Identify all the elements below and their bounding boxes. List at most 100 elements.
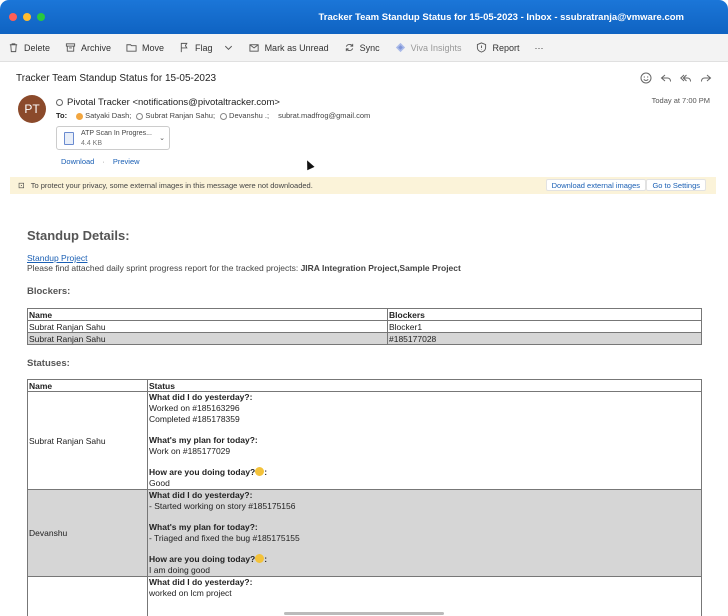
attachment-card[interactable]: ATP Scan In Progres... 4.4 KB ⌄ — [56, 126, 170, 150]
shield-icon — [477, 42, 487, 53]
email-subject: Tracker Team Standup Status for 15-05-20… — [16, 73, 217, 84]
smiley-icon — [255, 554, 265, 563]
report-description: Please find attached daily sprint progre… — [27, 263, 461, 273]
report-label: Report — [492, 42, 520, 53]
flag-label: Flag — [195, 42, 213, 53]
archive-label: Archive — [81, 42, 112, 53]
report-button[interactable]: Report — [476, 42, 520, 53]
window-titlebar: Tracker Team Standup Status for 15-05-20… — [0, 0, 728, 34]
preview-link[interactable]: Preview — [113, 157, 140, 166]
table-cell — [27, 576, 148, 616]
recipient[interactable]: subrat.madfrog@gmail.com — [278, 111, 370, 120]
chevron-down-icon[interactable] — [223, 42, 234, 53]
envelope-edit-icon — [249, 44, 259, 52]
archive-icon — [65, 43, 76, 52]
to-label: To: — [56, 111, 68, 120]
unread-circle-icon[interactable] — [56, 99, 63, 106]
table-cell: #185177028 — [387, 332, 702, 345]
attachment-size: 4.4 KB — [81, 140, 103, 147]
table-row: Subrat Ranjan Sahu What did I do yesterd… — [27, 391, 702, 490]
window-controls — [9, 13, 45, 21]
status-cell: What did I do yesterday?: worked on lcm … — [147, 576, 702, 616]
statuses-table: Name Status Subrat Ranjan Sahu What did … — [27, 379, 702, 616]
move-label: Move — [142, 42, 165, 53]
privacy-banner: ⊡ To protect your privacy, some external… — [10, 177, 716, 194]
emoji-react-icon[interactable] — [640, 72, 652, 84]
sender-name[interactable]: Pivotal Tracker <notifications@pivotaltr… — [67, 97, 280, 108]
reply-all-icon[interactable] — [680, 72, 692, 84]
viva-insights-button[interactable]: Viva Insights — [395, 42, 462, 53]
horizontal-scrollbar[interactable] — [284, 612, 444, 615]
close-window-button[interactable] — [9, 13, 17, 21]
smiley-icon — [255, 467, 265, 476]
column-header: Blockers — [387, 308, 702, 321]
tracked-projects: JIRA Integration Project,Sample Project — [300, 263, 461, 273]
delete-label: Delete — [24, 42, 51, 53]
download-external-images-button[interactable]: Download external images — [545, 179, 646, 191]
presence-icon — [136, 112, 144, 120]
flag-button[interactable]: Flag — [179, 42, 234, 53]
forward-icon[interactable] — [700, 72, 712, 84]
sync-button[interactable]: Sync — [344, 42, 380, 53]
status-cell: What did I do yesterday?: - Started work… — [147, 489, 702, 577]
reply-icon[interactable] — [660, 72, 672, 84]
chevron-down-icon[interactable]: ⌄ — [159, 134, 165, 142]
statuses-heading: Statuses: — [27, 358, 70, 369]
viva-insights-label: Viva Insights — [410, 42, 462, 53]
mouse-cursor-icon — [303, 158, 315, 171]
more-actions-button[interactable]: ··· — [535, 43, 544, 53]
sync-icon — [345, 43, 353, 52]
trash-icon — [9, 43, 18, 53]
reply-actions — [640, 72, 712, 84]
table-cell: Blocker1 — [387, 320, 702, 333]
table-row: Devanshu What did I do yesterday?: - Sta… — [27, 489, 702, 577]
table-cell: Devanshu — [27, 489, 148, 577]
privacy-banner-text: To protect your privacy, some external i… — [30, 181, 313, 190]
table-cell: Subrat Ranjan Sahu — [27, 320, 388, 333]
folder-move-icon — [126, 44, 137, 52]
table-cell: Subrat Ranjan Sahu — [27, 391, 148, 490]
email-body: Standup Details: Standup Project Please … — [27, 228, 703, 616]
table-row: What did I do yesterday?: worked on lcm … — [27, 576, 702, 616]
recipient[interactable]: Satyaki Dash; — [76, 111, 131, 120]
zoom-window-button[interactable] — [37, 13, 45, 21]
image-blocked-icon: ⊡ — [18, 181, 25, 190]
go-to-settings-button[interactable]: Go to Settings — [646, 179, 706, 191]
presence-icon — [220, 112, 228, 120]
toolbar: Delete Archive Move Flag Mark as Unread … — [0, 34, 728, 62]
flag-icon — [180, 42, 188, 53]
ellipsis-icon: ··· — [534, 42, 544, 53]
minimize-window-button[interactable] — [23, 13, 31, 21]
column-header: Name — [27, 379, 148, 392]
blockers-heading: Blockers: — [27, 286, 71, 297]
sender[interactable]: Pivotal Tracker <notifications@pivotaltr… — [56, 97, 280, 108]
table-header-row: Name Status — [27, 379, 702, 392]
table-row: Subrat Ranjan Sahu Blocker1 — [27, 320, 702, 333]
move-button[interactable]: Move — [126, 42, 164, 53]
table-cell: Subrat Ranjan Sahu — [27, 332, 388, 345]
recipients-row: To: Satyaki Dash; Subrat Ranjan Sahu; De… — [56, 111, 370, 120]
mark-unread-label: Mark as Unread — [264, 42, 329, 53]
column-header: Name — [27, 308, 388, 321]
delete-button[interactable]: Delete — [8, 42, 50, 53]
blockers-table: Name Blockers Subrat Ranjan Sahu Blocker… — [27, 308, 702, 345]
viva-insights-icon — [395, 42, 405, 53]
sync-label: Sync — [359, 42, 380, 53]
standup-heading: Standup Details: — [27, 228, 130, 243]
column-header: Status — [147, 379, 702, 392]
file-icon — [64, 132, 74, 145]
window-title: Tracker Team Standup Status for 15-05-20… — [318, 12, 684, 23]
presence-icon — [76, 112, 84, 120]
mark-unread-button[interactable]: Mark as Unread — [249, 42, 329, 53]
sender-avatar[interactable]: PT — [18, 95, 46, 123]
recipient[interactable]: Devanshu .; — [220, 111, 269, 120]
link-separator: · — [102, 157, 105, 166]
standup-project-link[interactable]: Standup Project — [27, 253, 703, 263]
recipient[interactable]: Subrat Ranjan Sahu; — [136, 111, 215, 120]
table-header-row: Name Blockers — [27, 308, 702, 321]
archive-button[interactable]: Archive — [65, 42, 111, 53]
email-date: Today at 7:00 PM — [651, 96, 710, 105]
status-cell: What did I do yesterday?: Worked on #185… — [147, 391, 702, 490]
download-link[interactable]: Download — [61, 157, 94, 166]
table-row: Subrat Ranjan Sahu #185177028 — [27, 332, 702, 345]
